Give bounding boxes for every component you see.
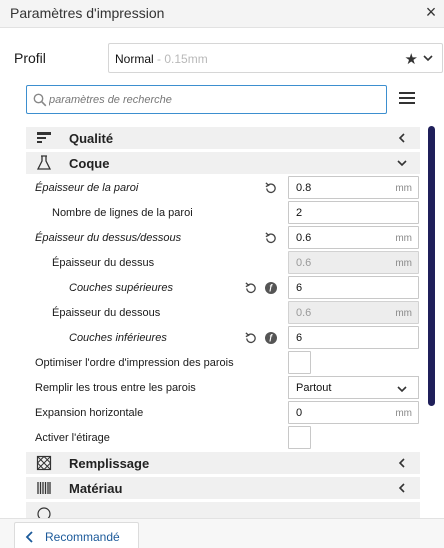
field-value: 0.8 xyxy=(296,182,312,194)
field-unit: mm xyxy=(395,408,412,419)
section-coque-label: Coque xyxy=(69,156,110,171)
setting-label: Remplir les trous entre les parois xyxy=(35,382,196,394)
field-value: 0.6 xyxy=(296,307,312,319)
chevron-down-icon xyxy=(397,160,407,167)
field-unit: mm xyxy=(395,183,412,194)
profile-label: Profil xyxy=(14,50,46,66)
section-materiau-label: Matériau xyxy=(69,481,123,496)
nb-lignes-input[interactable]: 2 xyxy=(288,201,419,224)
reset-icon[interactable] xyxy=(264,182,277,195)
couches-inferieures-input[interactable]: 6 xyxy=(288,326,419,349)
setting-row-epaisseur-paroi: Épaisseur de la paroi 0.8 mm xyxy=(0,176,430,200)
reset-icon[interactable] xyxy=(264,232,277,245)
window-title: Paramètres d'impression xyxy=(10,5,165,21)
dropdown-value: Partout xyxy=(296,382,332,394)
setting-label: Couches supérieures xyxy=(69,282,173,294)
field-value: 0.6 xyxy=(296,232,312,244)
field-value: 2 xyxy=(296,207,303,219)
setting-row-epaisseur-dessus-dessous: Épaisseur du dessus/dessous 0.6 mm xyxy=(0,226,430,250)
window-titlebar: Paramètres d'impression × xyxy=(0,0,444,28)
optimiser-ordre-checkbox[interactable] xyxy=(288,351,311,374)
setting-label: Nombre de lignes de la paroi xyxy=(52,207,193,219)
chevron-down-icon xyxy=(423,55,433,62)
setting-label: Expansion horizontale xyxy=(35,407,144,419)
epaisseur-dessus-input: 0.6 mm xyxy=(288,251,419,274)
field-value: 6 xyxy=(296,282,303,294)
field-value: 0.6 xyxy=(296,257,312,269)
setting-row-couches-inferieures: Couches inférieures ƒ 6 xyxy=(0,326,430,350)
section-coque[interactable]: Coque xyxy=(26,152,420,174)
infill-icon xyxy=(36,455,52,471)
section-remplissage[interactable]: Remplissage xyxy=(26,452,420,474)
field-unit: mm xyxy=(395,258,412,269)
epaisseur-dessous-input: 0.6 mm xyxy=(288,301,419,324)
shell-icon xyxy=(36,155,52,170)
setting-label: Couches inférieures xyxy=(69,332,167,344)
expansion-horizontale-input[interactable]: 0 mm xyxy=(288,401,419,424)
setting-row-nb-lignes: Nombre de lignes de la paroi 2 xyxy=(0,201,430,225)
setting-label: Épaisseur du dessus/dessous xyxy=(35,232,182,244)
material-icon xyxy=(37,482,51,494)
remplir-trous-dropdown[interactable]: Partout xyxy=(288,376,419,399)
section-next-partial[interactable] xyxy=(26,502,420,521)
close-icon[interactable]: × xyxy=(422,3,440,21)
setting-label: Épaisseur du dessous xyxy=(52,307,161,319)
search-input[interactable] xyxy=(49,90,379,110)
setting-label: Activer l'étirage xyxy=(35,432,110,444)
epaisseur-paroi-input[interactable]: 0.8 mm xyxy=(288,176,419,199)
section-qualite-label: Qualité xyxy=(69,131,114,146)
setting-label: Optimiser l'ordre d'impression des paroi… xyxy=(35,357,234,369)
couches-superieures-input[interactable]: 6 xyxy=(288,276,419,299)
quality-icon xyxy=(37,132,51,143)
hamburger-menu-icon[interactable] xyxy=(399,92,415,106)
function-info-icon[interactable]: ƒ xyxy=(265,282,277,294)
search-icon xyxy=(33,93,47,107)
chevron-left-icon xyxy=(398,458,405,468)
setting-row-epaisseur-dessus: Épaisseur du dessus 0.6 mm xyxy=(0,251,430,275)
field-unit: mm xyxy=(395,308,412,319)
profile-name-text: Normal xyxy=(115,52,154,66)
epaisseur-dessus-dessous-input[interactable]: 0.6 mm xyxy=(288,226,419,249)
setting-row-activer-etirage: Activer l'étirage xyxy=(0,426,430,450)
profile-name: Normal - 0.15mm xyxy=(115,52,208,66)
setting-row-epaisseur-dessous: Épaisseur du dessous 0.6 mm xyxy=(0,301,430,325)
profile-select[interactable]: Normal - 0.15mm ★ xyxy=(108,43,443,73)
reset-icon[interactable] xyxy=(244,282,257,295)
search-box xyxy=(26,85,387,114)
field-value: 6 xyxy=(296,332,303,344)
chevron-left-icon xyxy=(398,133,405,143)
chevron-down-icon xyxy=(397,386,407,393)
section-materiau[interactable]: Matériau xyxy=(26,477,420,499)
function-info-icon[interactable]: ƒ xyxy=(265,332,277,344)
recommended-label: Recommandé xyxy=(45,530,120,544)
field-unit: mm xyxy=(395,233,412,244)
star-icon[interactable]: ★ xyxy=(405,50,418,68)
chevron-left-icon xyxy=(25,531,33,543)
chevron-left-icon xyxy=(398,483,405,493)
setting-row-couches-superieures: Couches supérieures ƒ 6 xyxy=(0,276,430,300)
setting-label: Épaisseur de la paroi xyxy=(35,182,139,194)
reset-icon[interactable] xyxy=(244,332,257,345)
setting-row-expansion-horizontale: Expansion horizontale 0 mm xyxy=(0,401,430,425)
section-remplissage-label: Remplissage xyxy=(69,456,150,471)
activer-etirage-checkbox[interactable] xyxy=(288,426,311,449)
field-value: 0 xyxy=(296,407,303,419)
profile-layer-height: - 0.15mm xyxy=(153,52,208,66)
setting-row-optimiser-ordre: Optimiser l'ordre d'impression des paroi… xyxy=(0,351,430,375)
section-qualite[interactable]: Qualité xyxy=(26,127,420,149)
settings-scrollbar[interactable] xyxy=(428,126,435,406)
setting-label: Épaisseur du dessus xyxy=(52,257,155,269)
recommended-button[interactable]: Recommandé xyxy=(14,522,139,548)
setting-row-remplir-trous: Remplir les trous entre les parois Parto… xyxy=(0,376,430,400)
